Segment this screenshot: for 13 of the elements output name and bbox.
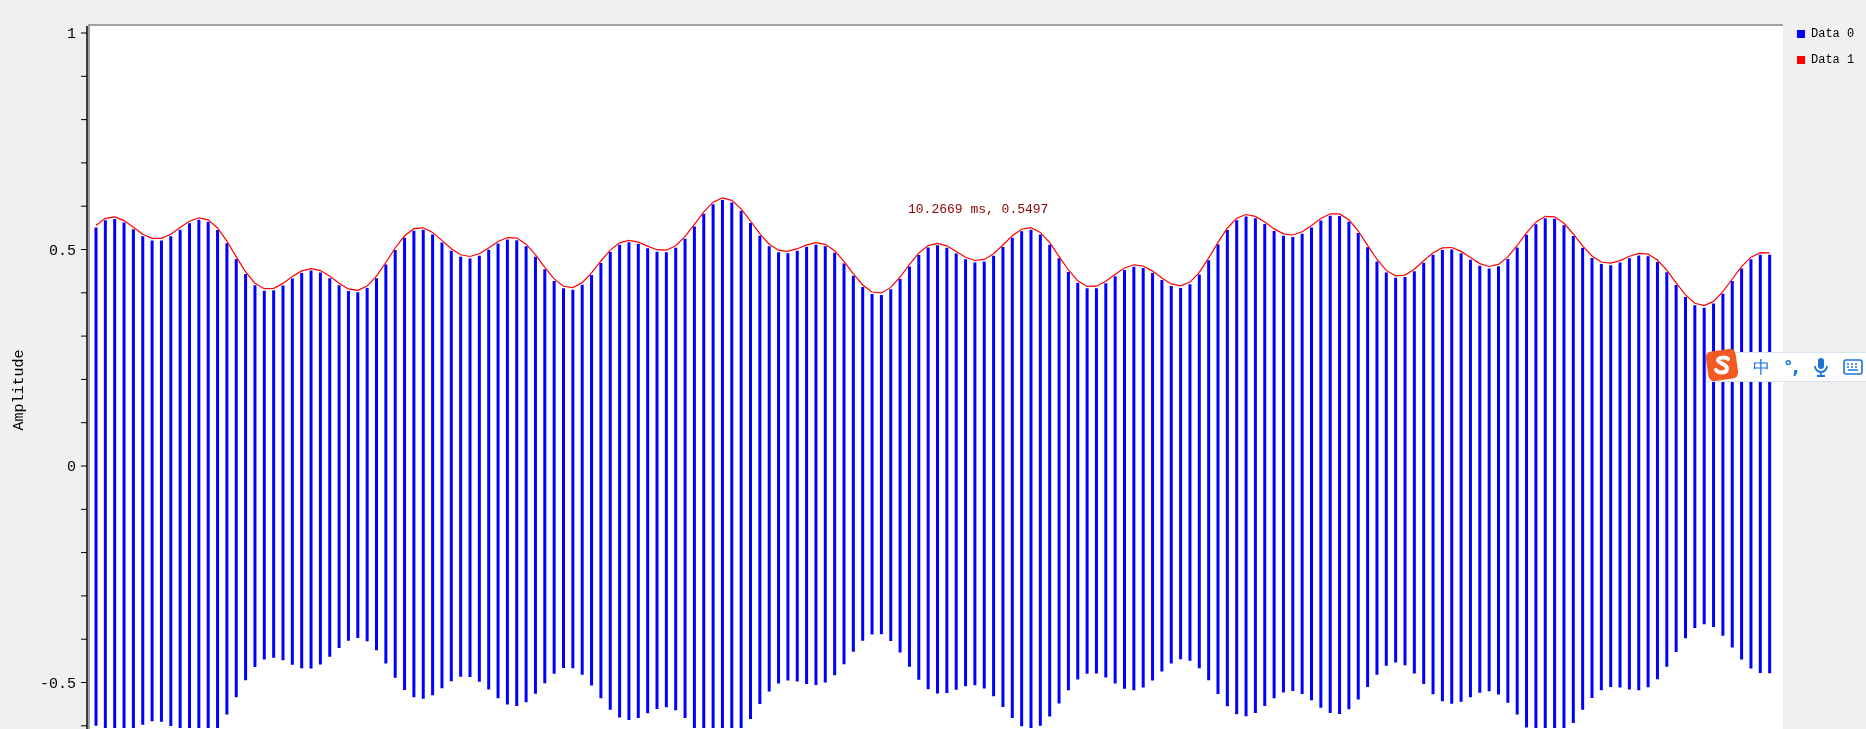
punctuation-button[interactable]: °, — [1784, 357, 1799, 377]
input-method-logo-icon[interactable] — [1705, 348, 1739, 382]
tick-label: 0 — [67, 459, 76, 476]
legend-label: Data 0 — [1811, 27, 1855, 41]
tick-label: 0.5 — [49, 242, 76, 260]
keyboard-icon[interactable] — [1842, 359, 1863, 375]
tick-label: 1 — [67, 26, 76, 43]
language-mode-button[interactable]: 中 — [1753, 355, 1770, 379]
cursor-annotation: 10.2669 ms, 0.5497 — [908, 202, 1049, 217]
tick-label: -0.5 — [40, 675, 76, 693]
legend-label: Data 1 — [1811, 53, 1855, 67]
microphone-icon[interactable] — [1812, 357, 1829, 377]
axis-title: Amplitude — [11, 349, 28, 431]
